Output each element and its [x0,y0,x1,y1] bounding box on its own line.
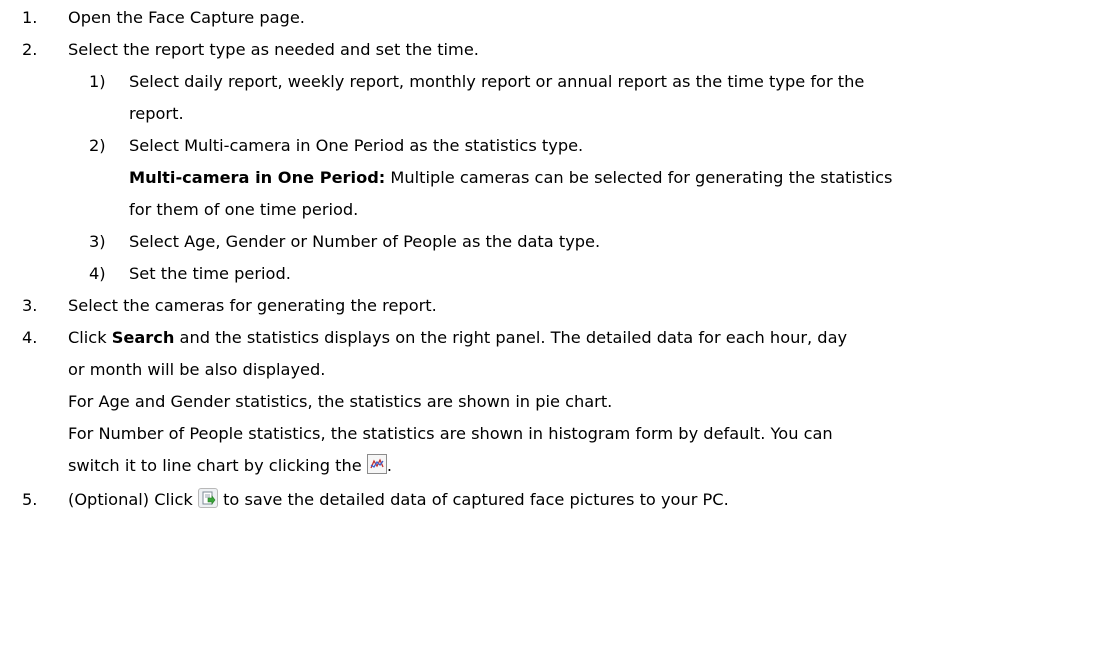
step-number: 3. [22,296,38,315]
step-number: 5. [22,490,38,509]
step-text: switch it to line chart by clicking the … [68,454,393,475]
substep-text: Set the time period. [129,264,291,283]
line-chart-icon [366,454,387,474]
step-text: Select the cameras for generating the re… [68,296,437,315]
substep-number: 3) [89,232,106,251]
step-number: 1. [22,8,38,27]
step-text: Select the report type as needed and set… [68,40,479,59]
step-text: For Number of People statistics, the sta… [68,424,833,443]
export-icon [197,488,218,508]
search-term: Search [111,328,175,347]
step-text: or month will be also displayed. [68,360,326,379]
note-text: for them of one time period. [129,200,359,219]
step-text: For Age and Gender statistics, the stati… [68,392,613,411]
substep-number: 2) [89,136,106,155]
step-number: 2. [22,40,38,59]
substep-number: 1) [89,72,106,91]
substep-text: Select Multi-camera in One Period as the… [129,136,584,155]
note-term: Multi-camera in One Period: [129,168,386,187]
step-text: (Optional) Click to save the detailed da… [68,488,729,509]
substep-number: 4) [89,264,106,283]
document-page: 1. Open the Face Capture page. 2. Select… [0,0,1100,664]
step-text: Click Search and the statistics displays… [68,328,848,347]
note-text: Multi-camera in One Period: Multiple cam… [129,162,892,194]
substep-text: Select Age, Gender or Number of People a… [129,232,601,251]
note-description: Multiple cameras can be selected for gen… [385,168,893,187]
step-number: 4. [22,328,38,347]
step-text: Open the Face Capture page. [68,8,305,27]
substep-text: report. [129,104,184,123]
substep-text: Select daily report, weekly report, mont… [129,72,865,91]
